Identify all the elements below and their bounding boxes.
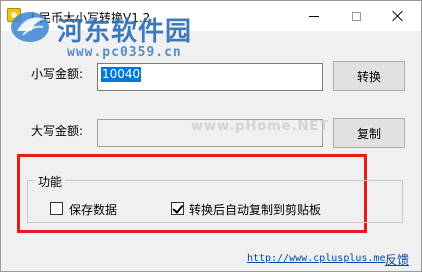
title-bar[interactable]: 人民币大小写转换V1.2 河东软件园 <box>1 1 421 47</box>
checkmark-icon <box>172 202 184 214</box>
watermark-logo-icon <box>11 12 49 42</box>
maximize-icon <box>351 11 361 21</box>
convert-button[interactable]: 转换 <box>333 61 405 91</box>
website-link[interactable]: http://www.cplusplus.me <box>247 253 385 264</box>
small-amount-input[interactable]: 10040 <box>97 63 323 91</box>
small-amount-value: 10040 <box>101 67 142 82</box>
maximize-button[interactable] <box>335 1 377 31</box>
watermark-url: www.pc0359.cn <box>67 45 182 60</box>
save-data-label[interactable]: 保存数据 <box>69 201 117 218</box>
close-icon <box>392 10 404 22</box>
feedback-link[interactable]: 反馈 <box>385 251 409 268</box>
big-amount-label: 大写金额: <box>31 124 84 138</box>
auto-copy-label[interactable]: 转换后自动复制到剪贴板 <box>189 201 321 218</box>
watermark-title: 河东软件园 <box>57 17 193 47</box>
copy-button[interactable]: 复制 <box>333 118 405 148</box>
app-window: 人民币大小写转换V1.2 河东软件园 www.pc0359.cn 小写金额: 1… <box>0 0 422 272</box>
watermark-center-text: www.pHome.NET <box>191 119 330 134</box>
minimize-icon <box>309 15 319 17</box>
close-button[interactable] <box>377 1 419 31</box>
options-group-title: 功能 <box>35 173 66 190</box>
save-data-checkbox[interactable] <box>50 202 63 215</box>
small-amount-label: 小写金额: <box>31 67 84 81</box>
minimize-button[interactable] <box>293 1 335 31</box>
auto-copy-checkbox[interactable] <box>171 202 184 215</box>
